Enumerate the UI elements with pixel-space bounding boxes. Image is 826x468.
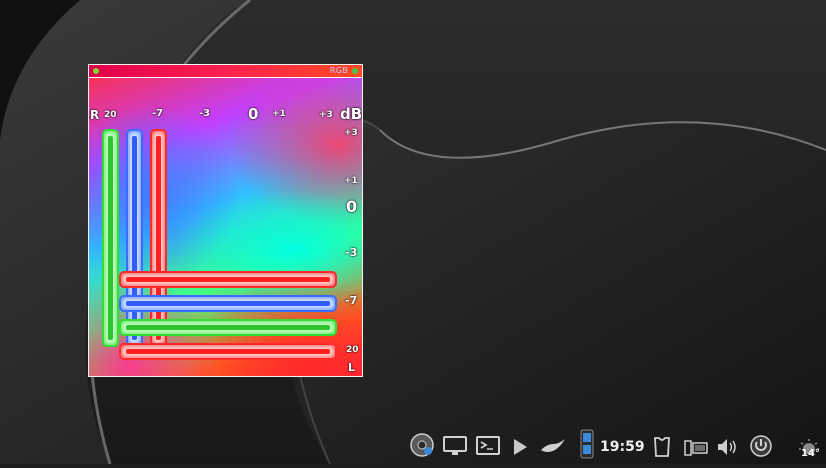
window-close-dot[interactable] [93,68,99,74]
window-menu-dot[interactable] [352,68,358,74]
top-scale-db: dB [340,105,363,123]
clipboard-icon[interactable] [650,435,674,459]
power-icon[interactable] [748,434,774,458]
right-scale-minus7: -7 [345,294,358,307]
channel-label: R [90,108,100,122]
horizontal-level-bar-red-lower [121,345,335,358]
right-scale-20: 20 [346,345,359,355]
top-scale-minus3: -3 [199,108,211,119]
right-scale-minus3: -3 [345,246,358,259]
vertical-level-bar-blue [128,131,141,345]
right-scale-plus1: +1 [344,176,358,186]
window-titlebar[interactable]: RGB [89,65,362,78]
disk-icon[interactable] [408,433,436,457]
vertical-level-bar-green [104,131,117,345]
right-scale-plus3: +3 [344,128,358,138]
horizontal-level-bar-blue [121,297,335,310]
keyboard-layout-icon[interactable] [578,429,596,459]
right-scale-0: 0 [346,197,358,216]
temperature-readout: 14° [801,448,820,459]
clock[interactable]: 19:59 [600,439,645,455]
vertical-level-bar-red [152,131,165,345]
top-scale-minus7: -7 [152,108,164,119]
top-scale-plus3: +3 [319,110,333,120]
top-scale-0: 0 [248,105,259,123]
volume-icon[interactable] [714,435,740,459]
rgb-vu-meter-window[interactable]: RGB R 20 -7 -3 0 +1 +3 dB +3 +1 0 -3 -7 … [88,64,363,377]
top-scale-plus1: +1 [272,109,286,119]
bird-icon[interactable] [538,435,568,459]
top-scale-20: 20 [104,110,117,120]
window-title: RGB [329,66,348,75]
horizontal-level-bar-red [121,273,335,286]
network-icon[interactable] [681,436,711,460]
monitor-icon[interactable] [441,434,469,458]
terminal-icon[interactable] [474,434,502,458]
right-scale-l: L [348,361,356,374]
play-icon[interactable] [508,435,532,459]
horizontal-level-bar-green [121,321,335,334]
